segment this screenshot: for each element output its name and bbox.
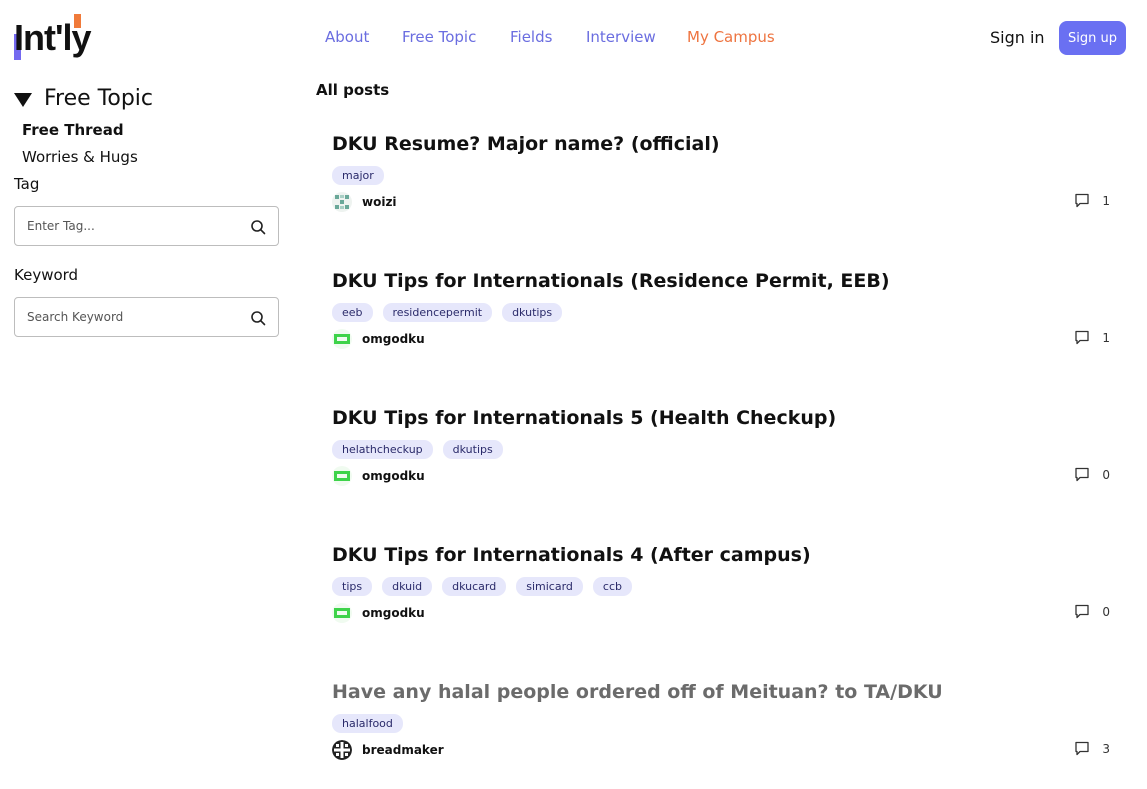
avatar: [332, 740, 352, 760]
post-item: DKU Tips for Internationals 4 (After cam…: [332, 544, 1122, 664]
comment-count-value: 3: [1102, 741, 1110, 756]
comment-icon: [1075, 193, 1090, 208]
post-tag[interactable]: tips: [332, 577, 373, 596]
comment-icon: [1075, 467, 1090, 482]
post-item: DKU Resume? Major name? (official) major…: [332, 133, 1122, 253]
posts-heading: All posts: [316, 81, 390, 99]
post-tag[interactable]: dkucard: [442, 577, 507, 596]
post-item: Have any halal people ordered off of Mei…: [332, 681, 1122, 789]
tag-input[interactable]: [27, 207, 242, 245]
sign-up-button[interactable]: Sign up: [1059, 21, 1126, 55]
comment-count[interactable]: 0: [1074, 467, 1110, 482]
post-author[interactable]: omgodku: [332, 603, 425, 623]
post-item: DKU Tips for Internationals 5 (Health Ch…: [332, 407, 1122, 527]
search-icon[interactable]: [250, 310, 266, 326]
post-tag[interactable]: simicard: [516, 577, 583, 596]
search-icon[interactable]: [250, 219, 266, 235]
sidebar-item-worries-hugs[interactable]: Worries & Hugs: [22, 148, 138, 166]
post-author[interactable]: omgodku: [332, 329, 425, 349]
comment-count-value: 0: [1102, 467, 1110, 482]
comment-count[interactable]: 0: [1074, 604, 1110, 619]
tag-search-box: [14, 206, 279, 246]
post-tags: eeb residencepermit dkutips: [332, 303, 563, 322]
comment-count-value: 1: [1102, 330, 1110, 345]
author-name: omgodku: [362, 469, 425, 483]
comment-icon: [1075, 741, 1090, 756]
comment-count[interactable]: 1: [1074, 193, 1110, 208]
comment-count-value: 1: [1102, 193, 1110, 208]
post-tag[interactable]: helathcheckup: [332, 440, 433, 459]
keyword-input[interactable]: [27, 298, 242, 336]
nav-interview[interactable]: Interview: [586, 28, 656, 46]
comment-count[interactable]: 1: [1074, 330, 1110, 345]
post-title[interactable]: DKU Tips for Internationals 5 (Health Ch…: [332, 407, 836, 429]
author-name: omgodku: [362, 332, 425, 346]
post-title[interactable]: DKU Resume? Major name? (official): [332, 133, 720, 155]
post-author[interactable]: omgodku: [332, 466, 425, 486]
triangle-down-icon: [14, 92, 32, 107]
sidebar-section-toggle[interactable]: Free Topic: [14, 86, 153, 111]
keyword-search-box: [14, 297, 279, 337]
comment-count[interactable]: 3: [1074, 741, 1110, 756]
nav-fields[interactable]: Fields: [510, 28, 552, 46]
post-tag[interactable]: residencepermit: [382, 303, 493, 322]
post-tag[interactable]: dkutips: [442, 440, 503, 459]
avatar: [332, 192, 352, 212]
keyword-label: Keyword: [14, 266, 79, 284]
author-name: omgodku: [362, 606, 425, 620]
post-tags: major: [332, 166, 384, 185]
post-title[interactable]: DKU Tips for Internationals 4 (After cam…: [332, 544, 811, 566]
nav-my-campus[interactable]: My Campus: [687, 28, 775, 46]
comment-icon: [1075, 604, 1090, 619]
sign-in-link[interactable]: Sign in: [990, 28, 1045, 47]
avatar: [332, 329, 352, 349]
post-tag[interactable]: dkuid: [382, 577, 433, 596]
author-name: woizi: [362, 195, 397, 209]
post-author[interactable]: woizi: [332, 192, 397, 212]
post-tags: tips dkuid dkucard simicard ccb: [332, 577, 632, 596]
comment-icon: [1075, 330, 1090, 345]
post-tags: helathcheckup dkutips: [332, 440, 503, 459]
comment-count-value: 0: [1102, 604, 1110, 619]
post-tags: halalfood: [332, 714, 403, 733]
logo-text: Int'ly: [14, 17, 92, 58]
post-item: DKU Tips for Internationals (Residence P…: [332, 270, 1122, 390]
post-tag[interactable]: ccb: [592, 577, 632, 596]
post-tag[interactable]: dkutips: [502, 303, 563, 322]
post-tag[interactable]: eeb: [332, 303, 373, 322]
sidebar-section-title: Free Topic: [44, 86, 154, 111]
avatar: [332, 466, 352, 486]
tag-label: Tag: [14, 175, 40, 193]
post-tag[interactable]: major: [332, 166, 384, 185]
post-title[interactable]: DKU Tips for Internationals (Residence P…: [332, 270, 890, 292]
post-title[interactable]: Have any halal people ordered off of Mei…: [332, 681, 943, 703]
sidebar-item-free-thread[interactable]: Free Thread: [22, 121, 124, 139]
post-tag[interactable]: halalfood: [332, 714, 403, 733]
avatar: [332, 603, 352, 623]
nav-about[interactable]: About: [325, 28, 369, 46]
nav-free-topic[interactable]: Free Topic: [402, 28, 476, 46]
post-author[interactable]: breadmaker: [332, 740, 444, 760]
author-name: breadmaker: [362, 743, 444, 757]
site-logo[interactable]: Int'ly: [14, 14, 114, 60]
